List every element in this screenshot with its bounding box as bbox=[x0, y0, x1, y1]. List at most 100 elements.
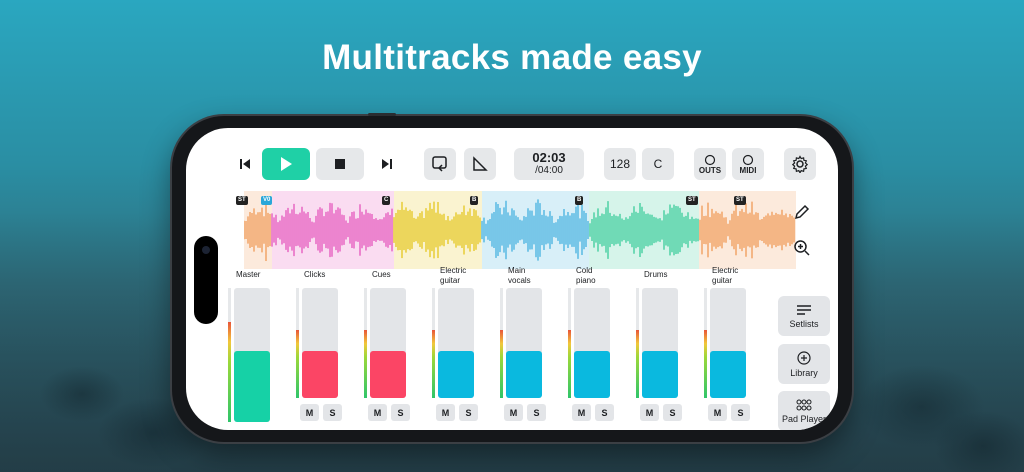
level-meter bbox=[500, 288, 503, 398]
gear-icon bbox=[791, 155, 809, 173]
section-marker[interactable]: C bbox=[382, 196, 391, 205]
channel-fader[interactable] bbox=[302, 288, 338, 398]
pad-grid-icon bbox=[796, 399, 812, 410]
outs-label: OUTS bbox=[698, 165, 722, 175]
skip-back-icon bbox=[240, 159, 250, 169]
level-meter bbox=[568, 288, 571, 398]
level-meter bbox=[364, 288, 367, 398]
library-label: Library bbox=[790, 367, 818, 378]
level-meter bbox=[296, 288, 299, 398]
skip-forward-icon bbox=[382, 159, 392, 169]
stop-button[interactable] bbox=[316, 148, 364, 180]
pencil-icon[interactable] bbox=[792, 202, 812, 222]
time-current: 02:03 bbox=[532, 150, 566, 165]
fader-fill bbox=[302, 350, 338, 398]
section-marker[interactable]: B bbox=[575, 196, 584, 205]
meter-level bbox=[704, 329, 707, 398]
solo-button[interactable]: S bbox=[323, 404, 342, 421]
settings-button[interactable] bbox=[784, 148, 816, 180]
fader-fill bbox=[234, 350, 270, 422]
tempo-button[interactable]: 128 bbox=[604, 148, 636, 180]
solo-button[interactable]: S bbox=[459, 404, 478, 421]
fader-fill bbox=[438, 350, 474, 398]
tempo-value: 128 bbox=[609, 157, 631, 171]
fader-fill bbox=[574, 350, 610, 398]
midi-button[interactable]: MIDI bbox=[732, 148, 764, 180]
section-marker[interactable]: V0 bbox=[261, 196, 273, 205]
level-meter bbox=[228, 288, 231, 422]
channel-fader[interactable] bbox=[506, 288, 542, 398]
pad-player-label: Pad Player bbox=[781, 413, 827, 424]
meter-level bbox=[228, 321, 231, 422]
channel-name: Cues bbox=[372, 270, 391, 279]
section-marker[interactable]: B bbox=[470, 196, 479, 205]
fader-fill bbox=[642, 350, 678, 398]
fade-icon bbox=[473, 156, 488, 171]
meter-level bbox=[568, 329, 571, 398]
level-meter bbox=[432, 288, 435, 398]
phone-side-button bbox=[368, 113, 396, 116]
section-marker[interactable]: ST bbox=[236, 196, 248, 205]
channel-fader[interactable] bbox=[438, 288, 474, 398]
play-button[interactable] bbox=[262, 148, 310, 180]
meter-level bbox=[364, 329, 367, 398]
setlists-label: Setlists bbox=[789, 318, 819, 329]
channel-fader[interactable] bbox=[234, 288, 270, 422]
key-button[interactable]: C bbox=[642, 148, 674, 180]
camera-icon bbox=[202, 246, 210, 254]
outs-icon bbox=[704, 154, 716, 165]
setlists-button[interactable]: Setlists bbox=[778, 296, 830, 336]
outs-button[interactable]: OUTS bbox=[694, 148, 726, 180]
mute-button[interactable]: M bbox=[436, 404, 455, 421]
app-screen: 02:03 /04:00 128 C OUTS MIDI ST V0 C B B ST ST bbox=[186, 128, 838, 430]
pad-player-button[interactable]: Pad Player bbox=[778, 391, 830, 430]
solo-button[interactable]: S bbox=[731, 404, 750, 421]
skip-forward-button[interactable] bbox=[374, 148, 400, 180]
channel-name: Electric guitar bbox=[712, 266, 739, 285]
mute-button[interactable]: M bbox=[708, 404, 727, 421]
solo-button[interactable]: S bbox=[527, 404, 546, 421]
channel-fader[interactable] bbox=[370, 288, 406, 398]
channel-name: Master bbox=[236, 270, 261, 279]
channel-name: Clicks bbox=[304, 270, 326, 279]
channel-name: Cold piano bbox=[576, 266, 596, 285]
loop-button[interactable] bbox=[424, 148, 456, 180]
zoom-in-icon[interactable] bbox=[792, 238, 812, 258]
waveform[interactable] bbox=[244, 191, 796, 269]
skip-back-button[interactable] bbox=[232, 148, 258, 180]
headline: Multitracks made easy bbox=[322, 38, 702, 77]
play-icon bbox=[281, 157, 292, 171]
solo-button[interactable]: S bbox=[595, 404, 614, 421]
mute-button[interactable]: M bbox=[368, 404, 387, 421]
key-value: C bbox=[653, 157, 663, 171]
channel-name: Drums bbox=[644, 270, 668, 279]
mute-button[interactable]: M bbox=[300, 404, 319, 421]
dynamic-island bbox=[194, 236, 218, 324]
list-icon bbox=[797, 304, 811, 315]
channel-name: Electric guitar bbox=[440, 266, 467, 285]
meter-level bbox=[636, 329, 639, 398]
channel-fader[interactable] bbox=[710, 288, 746, 398]
stop-icon bbox=[335, 159, 345, 169]
section-marker[interactable]: ST bbox=[734, 196, 746, 205]
midi-label: MIDI bbox=[739, 165, 757, 175]
loop-icon bbox=[432, 156, 447, 172]
level-meter bbox=[704, 288, 707, 398]
fade-button[interactable] bbox=[464, 148, 496, 180]
time-display: 02:03 /04:00 bbox=[514, 148, 584, 180]
mute-button[interactable]: M bbox=[572, 404, 591, 421]
level-meter bbox=[636, 288, 639, 398]
solo-button[interactable]: S bbox=[663, 404, 682, 421]
plus-circle-icon bbox=[797, 350, 811, 365]
library-button[interactable]: Library bbox=[778, 344, 830, 384]
mute-button[interactable]: M bbox=[504, 404, 523, 421]
mute-button[interactable]: M bbox=[640, 404, 659, 421]
time-total: /04:00 bbox=[535, 165, 563, 176]
solo-button[interactable]: S bbox=[391, 404, 410, 421]
section-marker[interactable]: ST bbox=[686, 196, 698, 205]
midi-icon bbox=[742, 154, 754, 165]
fader-fill bbox=[370, 350, 406, 398]
channel-fader[interactable] bbox=[642, 288, 678, 398]
channel-fader[interactable] bbox=[574, 288, 610, 398]
meter-level bbox=[296, 329, 299, 398]
